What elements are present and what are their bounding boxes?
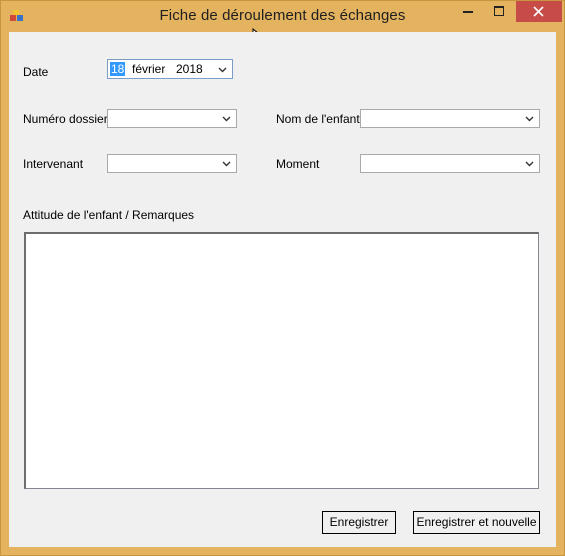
moment-combo[interactable]	[360, 154, 540, 173]
nom-enfant-label: Nom de l'enfant	[276, 112, 360, 126]
intervenant-combo[interactable]	[107, 154, 237, 173]
date-label: Date	[23, 65, 49, 79]
numero-dossier-label: Numéro dossier	[23, 112, 108, 126]
minimize-button[interactable]	[453, 1, 483, 22]
moment-label: Moment	[276, 157, 320, 171]
chevron-down-icon[interactable]	[525, 161, 534, 167]
app-window: Fiche de déroulement des échanges Date 1…	[0, 0, 565, 556]
chevron-down-icon[interactable]	[222, 116, 231, 122]
save-and-new-button[interactable]: Enregistrer et nouvelle	[413, 511, 540, 534]
attitude-label: Attitude de l'enfant / Remarques	[23, 208, 195, 222]
close-icon	[533, 6, 544, 17]
chevron-down-icon[interactable]	[525, 116, 534, 122]
chevron-down-icon[interactable]	[218, 67, 227, 73]
date-picker[interactable]: 18 février 2018	[107, 59, 233, 79]
date-day[interactable]: 18	[110, 62, 126, 76]
date-month[interactable]: février	[132, 62, 165, 76]
nom-enfant-combo[interactable]	[360, 109, 540, 128]
form-client-area: Date 18 février 2018 Numéro dossier Nom …	[9, 32, 556, 547]
save-button[interactable]: Enregistrer	[322, 511, 396, 534]
remarques-textarea[interactable]	[24, 232, 539, 489]
chevron-down-icon[interactable]	[222, 161, 231, 167]
intervenant-label: Intervenant	[23, 157, 84, 171]
title-bar[interactable]: Fiche de déroulement des échanges	[1, 1, 564, 32]
maximize-button[interactable]	[484, 1, 514, 22]
date-year[interactable]: 2018	[176, 62, 203, 76]
numero-dossier-combo[interactable]	[107, 109, 237, 128]
close-button[interactable]	[516, 1, 562, 22]
